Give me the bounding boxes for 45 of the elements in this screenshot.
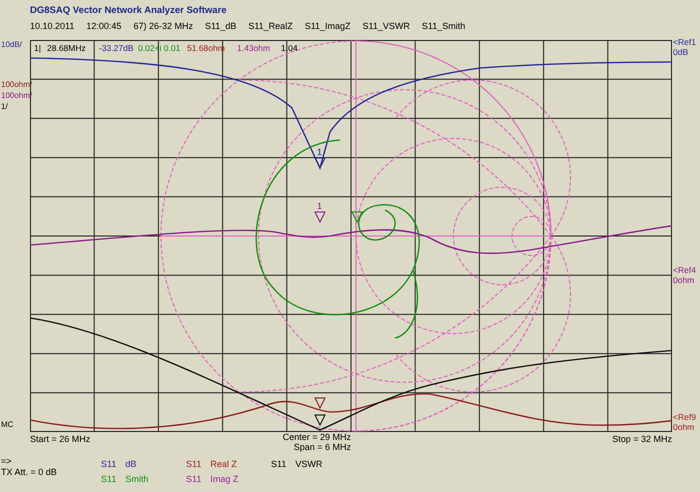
readout-value: 1.43ohm <box>237 43 272 53</box>
marker-icon <box>314 398 326 410</box>
scale-label: 10dB/ <box>1 40 22 49</box>
center-frequency: Center = 29 MHz <box>282 432 351 442</box>
marker-label: 1 <box>317 147 322 157</box>
ref-value: 0dB <box>673 47 690 57</box>
header-info: S11_VSWR <box>362 20 410 33</box>
legend-name: Smith <box>125 473 148 486</box>
ref-label: <Ref4 <box>673 265 697 275</box>
legend-name: Real Z <box>210 458 237 471</box>
marker-icon <box>314 212 326 224</box>
app-title: DG8SAQ Vector Network Analyzer Software <box>30 5 228 17</box>
readout-value: 1| <box>34 43 42 53</box>
ref-value: 0ohm <box>673 422 696 432</box>
ref-label: <Ref1 <box>673 37 697 47</box>
status-text: TX Att. = 0 dB <box>1 467 58 478</box>
stop-frequency: Stop = 32 MHz <box>612 433 672 446</box>
marker-icon <box>314 414 326 426</box>
scale-label: MC <box>1 420 14 429</box>
marker-label: 1 <box>317 201 322 211</box>
header-info: S11_Smith <box>422 20 466 33</box>
legend-param: S11 <box>101 458 116 471</box>
legend-name: dB <box>125 458 136 471</box>
legend-name: VSWR <box>295 458 322 471</box>
marker-icon <box>351 212 363 224</box>
scale-label: 1/ <box>1 101 9 112</box>
span-frequency: Span = 6 MHz <box>294 442 351 452</box>
readout-value: -33.27dB <box>99 43 134 53</box>
header-info: S11_RealZ <box>248 20 293 33</box>
header-info: 10.10.2011 <box>30 20 74 33</box>
header-info: S11_ImagZ <box>304 20 351 33</box>
ref-value: 0ohm <box>673 275 696 285</box>
legend-name: Imag Z <box>210 473 238 486</box>
header-info: S11_dB <box>204 20 236 33</box>
marker-icon <box>314 158 326 170</box>
readout-value: 28.68MHz <box>47 43 87 53</box>
start-frequency: Start = 26 MHz <box>30 433 90 446</box>
legend-param: S11 <box>186 458 202 471</box>
legend-param: S11 <box>101 473 116 486</box>
header-info: 12:00:45 <box>86 20 122 33</box>
ref-label: <Ref9 <box>673 412 697 422</box>
legend-param: S11 <box>186 473 202 486</box>
header-info: 67) 26-32 MHz <box>133 20 193 33</box>
status-text: => <box>1 456 13 467</box>
legend-param: S11 <box>271 458 286 471</box>
